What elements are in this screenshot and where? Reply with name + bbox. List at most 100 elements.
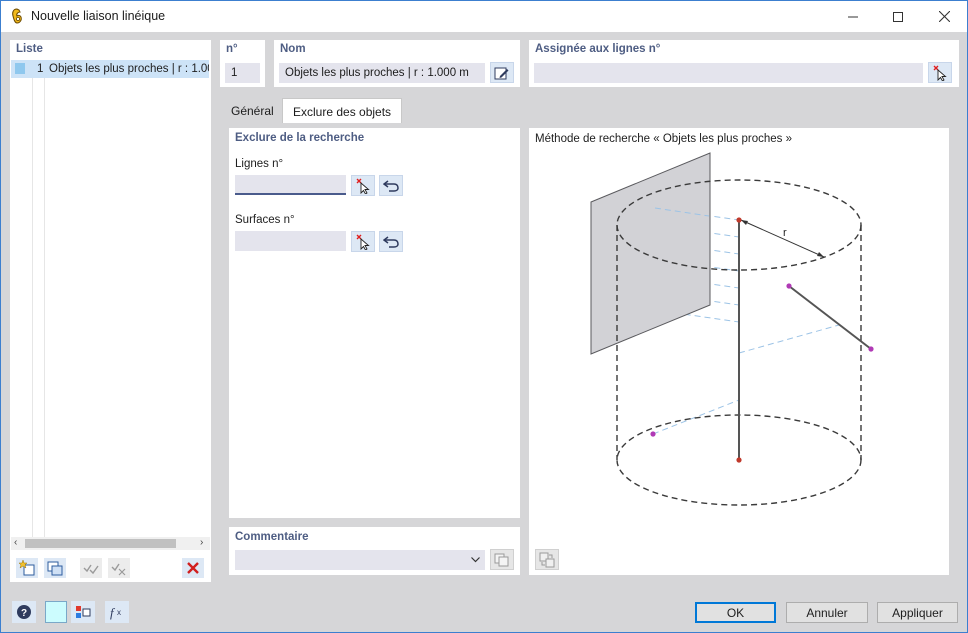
radius-arrow-head-start — [741, 220, 748, 225]
new-item-icon — [18, 560, 35, 576]
lines-label: Lignes n° — [235, 158, 284, 170]
new-item-button[interactable] — [16, 558, 38, 578]
help-icon: ? — [17, 605, 31, 619]
edit-name-icon — [494, 67, 509, 79]
radius-arrow-head-end — [817, 252, 824, 257]
help-button[interactable]: ? — [12, 601, 36, 623]
cancel-button[interactable]: Annuler — [786, 602, 868, 623]
lines-input[interactable] — [235, 175, 346, 195]
tab-exclude-label: Exclure des objets — [293, 105, 392, 119]
list-item-number: 1 — [37, 63, 44, 75]
number-panel: n° 1 — [220, 40, 265, 87]
number-field[interactable]: 1 — [225, 63, 260, 83]
name-panel: Nom Objets les plus proches | r : 1.000 … — [274, 40, 520, 87]
node-nearby-end — [868, 346, 874, 352]
uncheck-button[interactable] — [108, 558, 130, 578]
node-top — [736, 217, 742, 223]
list-title: Liste — [16, 43, 43, 55]
select-surfaces-button[interactable] — [351, 231, 375, 252]
scrollbar-thumb[interactable] — [25, 539, 176, 548]
window-title: Nouvelle liaison linéique — [31, 9, 166, 23]
surface-plane — [590, 152, 711, 355]
apply-label: Appliquer — [892, 605, 943, 620]
app-icon — [12, 8, 22, 24]
svg-text:f: f — [110, 605, 116, 620]
title-bar: Nouvelle liaison linéique — [1, 1, 967, 32]
color-swatch-button[interactable] — [45, 601, 67, 623]
horizontal-scrollbar[interactable]: ‹ › — [11, 537, 210, 550]
minimize-button[interactable] — [830, 1, 876, 32]
tab-general-label: Général — [231, 104, 274, 118]
list-panel: Liste 1 Objets les plus proches | r : 1.… — [10, 40, 211, 582]
comment-panel: Commentaire — [229, 527, 520, 575]
maximize-button[interactable] — [875, 1, 921, 32]
select-pointer-icon — [933, 65, 947, 81]
list-item-color — [15, 63, 25, 74]
svg-text:?: ? — [21, 608, 27, 619]
uncheck-icon — [111, 563, 126, 576]
assigned-panel: Assignée aux lignes n° — [529, 40, 959, 87]
select-lines-button[interactable] — [351, 175, 375, 196]
color-swatch-icon — [46, 602, 66, 622]
tree-line — [44, 78, 45, 538]
reset-surfaces-button[interactable] — [379, 231, 403, 252]
minimize-icon — [848, 16, 858, 17]
diagram-panel: Méthode de recherche « Objets les plus p… — [529, 128, 949, 575]
exchange-button[interactable] — [535, 549, 559, 570]
delete-icon — [187, 562, 199, 574]
number-label: n° — [226, 43, 238, 55]
select-pointer-icon — [356, 234, 370, 250]
close-button[interactable] — [921, 1, 967, 32]
ok-label: OK — [726, 605, 745, 620]
svg-text:x: x — [117, 608, 121, 617]
dropdown-arrow-icon — [471, 557, 480, 563]
display-icon — [76, 606, 91, 618]
formula-button[interactable]: fx — [105, 601, 129, 623]
name-value: Objets les plus proches | r : 1.000 m — [285, 67, 469, 79]
radius-label: r — [783, 227, 787, 239]
node-bottom — [736, 457, 742, 463]
exclude-section-title: Exclure de la recherche — [235, 132, 365, 144]
name-field[interactable]: Objets les plus proches | r : 1.000 m — [279, 63, 485, 83]
close-icon — [938, 11, 950, 22]
select-pointer-icon — [356, 178, 370, 194]
assigned-label: Assignée aux lignes n° — [535, 43, 661, 55]
check-all-icon — [83, 564, 99, 575]
search-method-diagram: r — [590, 152, 874, 506]
cancel-label: Annuler — [806, 605, 848, 620]
reset-lines-button[interactable] — [379, 175, 403, 196]
list-item-label: Objets les plus proches | r : 1.000 m — [49, 63, 209, 75]
surfaces-label: Surfaces n° — [235, 214, 295, 226]
maximize-icon — [893, 11, 903, 22]
node-nearby-start — [786, 283, 792, 289]
copy-item-button[interactable] — [44, 558, 66, 578]
display-button[interactable] — [71, 601, 95, 623]
dialog-window: Nouvelle liaison linéique Liste 1 Objets… — [0, 0, 968, 633]
ok-button[interactable]: OK — [695, 602, 776, 623]
edit-name-button[interactable] — [490, 62, 514, 83]
check-all-button[interactable] — [80, 558, 102, 578]
scroll-left-icon[interactable]: ‹ — [14, 537, 17, 548]
undo-arrow-icon — [383, 235, 399, 248]
name-label: Nom — [280, 43, 306, 55]
tree-line — [32, 78, 33, 538]
scroll-right-icon[interactable]: › — [200, 537, 203, 548]
comment-title: Commentaire — [235, 531, 309, 543]
formula-icon: fx — [110, 605, 121, 620]
copy-comment-button[interactable] — [490, 549, 514, 570]
tab-exclude-objects[interactable]: Exclure des objets — [282, 98, 403, 123]
surfaces-input[interactable] — [235, 231, 346, 251]
node-isolated — [650, 431, 656, 437]
assigned-lines-field[interactable] — [534, 63, 923, 83]
delete-button[interactable] — [182, 558, 204, 578]
undo-arrow-icon — [383, 179, 399, 192]
comment-select[interactable] — [235, 550, 485, 570]
number-value: 1 — [231, 67, 238, 79]
list-item[interactable]: 1 Objets les plus proches | r : 1.000 m — [11, 60, 209, 78]
copy-item-icon — [47, 561, 63, 576]
select-assigned-lines-button[interactable] — [928, 62, 952, 83]
tab-general[interactable]: Général — [221, 98, 284, 122]
apply-button[interactable]: Appliquer — [877, 602, 958, 623]
nearby-line — [788, 285, 872, 350]
copy-comment-icon — [494, 553, 509, 566]
